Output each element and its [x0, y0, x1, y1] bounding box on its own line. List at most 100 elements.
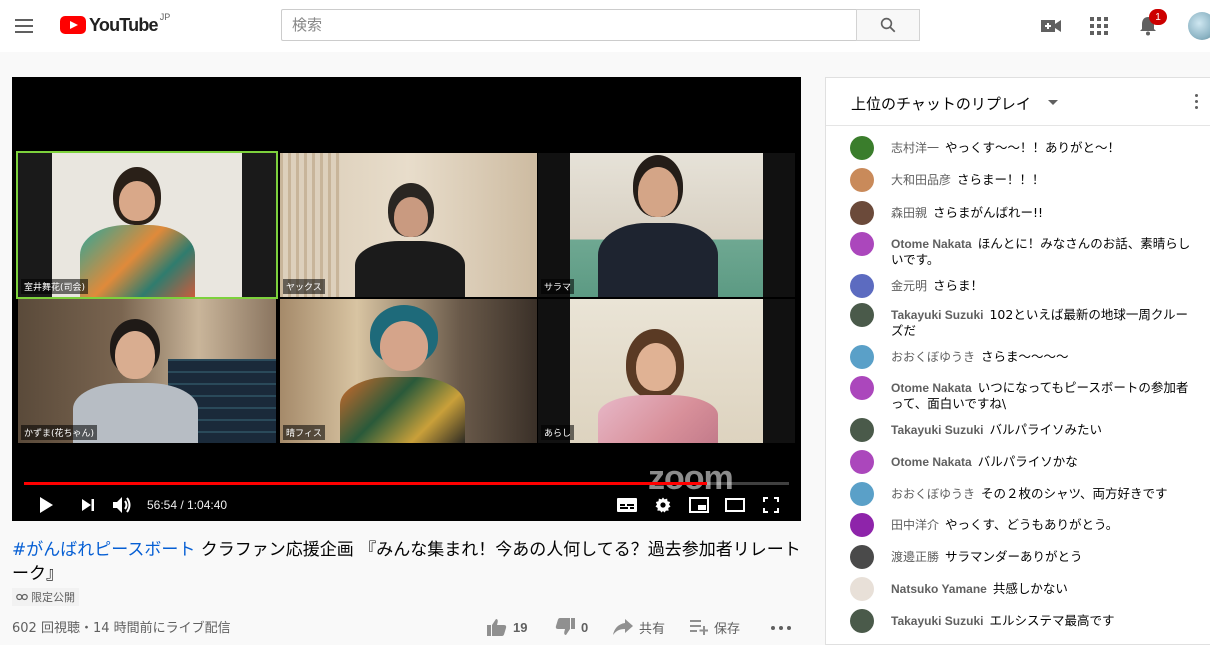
chat-message-content: 大和田品彦 さらまー！！！ — [891, 172, 1191, 188]
subtitles-icon — [617, 498, 637, 512]
mute-button[interactable] — [110, 493, 134, 517]
youtube-logo[interactable]: YouTube JP — [60, 12, 170, 36]
youtube-play-icon — [60, 16, 86, 34]
share-button[interactable]: 共有 — [613, 617, 665, 637]
account-avatar[interactable] — [1188, 12, 1210, 40]
skip-next-icon — [82, 499, 94, 511]
author-name[interactable]: 渡邊正勝 — [891, 550, 939, 564]
author-avatar[interactable] — [850, 577, 874, 601]
message-text: サラマンダーありがとう — [945, 549, 1083, 564]
theater-mode-button[interactable] — [723, 493, 747, 517]
settings-button[interactable] — [651, 493, 675, 517]
search-input[interactable] — [281, 9, 856, 41]
author-avatar[interactable] — [850, 303, 874, 327]
author-avatar[interactable] — [850, 274, 874, 298]
apps-button[interactable] — [1087, 14, 1111, 38]
logo-text: YouTube — [89, 14, 159, 35]
message-text: バルパライソかな — [977, 454, 1078, 469]
player-controls: 56:54 / 1:04:40 — [12, 489, 801, 521]
time-total: 1:04:40 — [187, 498, 228, 512]
author-avatar[interactable] — [850, 345, 874, 369]
progress-bar[interactable] — [24, 482, 789, 485]
participant-tile: かずま(花ちゃん) — [18, 299, 276, 443]
author-avatar[interactable] — [850, 201, 874, 225]
author-name[interactable]: Takayuki Suzuki — [891, 423, 983, 437]
search-button[interactable] — [856, 9, 920, 41]
live-chat-replay: 上位のチャットのリプレイ 志村洋一 やっくす〜〜！！ありがと〜！ 大和田品彦 さらまー… — [825, 77, 1210, 645]
message-text: エルシステマ最高です — [989, 613, 1115, 628]
chat-message-content: Takayuki Suzuki バルパライソみたい — [891, 422, 1191, 438]
author-avatar[interactable] — [850, 168, 874, 192]
theater-mode-icon — [725, 498, 745, 512]
unlisted-badge: 限定公開 — [12, 588, 79, 606]
thumbs-down-icon — [555, 618, 575, 635]
chat-message-content: 志村洋一 やっくす〜〜！！ありがと〜！ — [891, 140, 1191, 156]
create-video-button[interactable] — [1039, 14, 1063, 38]
masthead: YouTube JP 1 — [0, 0, 1210, 52]
save-button[interactable]: 保存 — [690, 617, 740, 637]
hashtag-link[interactable]: #がんばれピースボート — [12, 540, 195, 560]
author-avatar[interactable] — [850, 609, 874, 633]
subtitles-button[interactable] — [615, 493, 639, 517]
like-count: 19 — [513, 619, 528, 635]
dislike-button[interactable]: 0 — [555, 617, 588, 637]
chat-message-content: おおくぼゆうき さらま〜〜〜〜 — [891, 349, 1191, 365]
chat-message-content: Natsuko Yamane 共感しかない — [891, 581, 1191, 597]
author-avatar[interactable] — [850, 545, 874, 569]
message-text: 共感しかない — [992, 581, 1068, 596]
author-name[interactable]: 森田親 — [891, 206, 927, 220]
author-name[interactable]: おおくぼゆうき — [891, 487, 975, 501]
unlisted-label: 限定公開 — [31, 591, 75, 604]
progress-fill — [24, 482, 708, 485]
author-avatar[interactable] — [850, 513, 874, 537]
next-button[interactable] — [76, 493, 100, 517]
author-avatar[interactable] — [850, 376, 874, 400]
participant-tile: 晴フィス — [280, 299, 537, 443]
chat-header: 上位のチャットのリプレイ — [826, 78, 1210, 126]
author-name[interactable]: 大和田品彦 — [891, 173, 951, 187]
chevron-down-icon[interactable] — [1048, 100, 1058, 105]
author-name[interactable]: 志村洋一 — [891, 141, 939, 155]
chat-message-content: 田中洋介 やっくす、どうもありがとう。 — [891, 517, 1191, 533]
author-name[interactable]: Otome Nakata — [891, 381, 972, 395]
like-button[interactable]: 19 — [487, 617, 527, 637]
chat-message-content: Otome Nakata いつになってもピースボートの参加者って、面白いですね\ — [891, 380, 1191, 411]
author-name[interactable]: Natsuko Yamane — [891, 582, 987, 596]
author-name[interactable]: Takayuki Suzuki — [891, 308, 983, 322]
apps-grid-icon — [1090, 17, 1108, 35]
chat-message-content: 渡邊正勝 サラマンダーありがとう — [891, 549, 1191, 565]
author-avatar[interactable] — [850, 136, 874, 160]
message-text: その２枚のシャツ、両方好きです — [981, 486, 1168, 501]
author-name[interactable]: Takayuki Suzuki — [891, 614, 983, 628]
participant-tile: 室井舞花(司会) — [18, 153, 276, 297]
author-avatar[interactable] — [850, 450, 874, 474]
participant-name: かずま(花ちゃん) — [21, 425, 98, 440]
participant-tile: ヤックス — [280, 153, 537, 297]
participant-name: ヤックス — [283, 279, 325, 294]
video-player[interactable]: 室井舞花(司会) ヤックス サラマ かずま(花ちゃん) 晴フィス あらし zoo… — [12, 77, 801, 521]
search-icon — [880, 17, 896, 33]
chat-mode-dropdown[interactable]: 上位のチャットのリプレイ — [851, 93, 1031, 114]
message-text: やっくす、どうもありがとう。 — [945, 517, 1119, 532]
author-avatar[interactable] — [850, 418, 874, 442]
chat-message-content: Otome Nakata ほんとに！みなさんのお話、素晴らしいです。 — [891, 236, 1191, 267]
author-name[interactable]: 田中洋介 — [891, 518, 939, 532]
share-arrow-icon — [613, 619, 633, 635]
more-vertical-icon[interactable] — [1195, 94, 1199, 109]
menu-icon[interactable] — [12, 14, 36, 38]
more-actions-button[interactable] — [770, 618, 792, 638]
author-name[interactable]: おおくぼゆうき — [891, 350, 975, 364]
chat-message-content: Takayuki Suzuki エルシステマ最高です — [891, 613, 1191, 629]
miniplayer-button[interactable] — [687, 493, 711, 517]
share-label: 共有 — [639, 620, 666, 636]
author-name[interactable]: 金元明 — [891, 279, 927, 293]
author-avatar[interactable] — [850, 232, 874, 256]
play-button[interactable] — [34, 493, 58, 517]
author-avatar[interactable] — [850, 482, 874, 506]
author-name[interactable]: Otome Nakata — [891, 455, 972, 469]
message-text: さらまー！！！ — [957, 172, 1045, 187]
notification-badge: 1 — [1149, 9, 1167, 25]
author-name[interactable]: Otome Nakata — [891, 237, 972, 251]
fullscreen-button[interactable] — [759, 493, 783, 517]
miniplayer-icon — [689, 497, 709, 513]
